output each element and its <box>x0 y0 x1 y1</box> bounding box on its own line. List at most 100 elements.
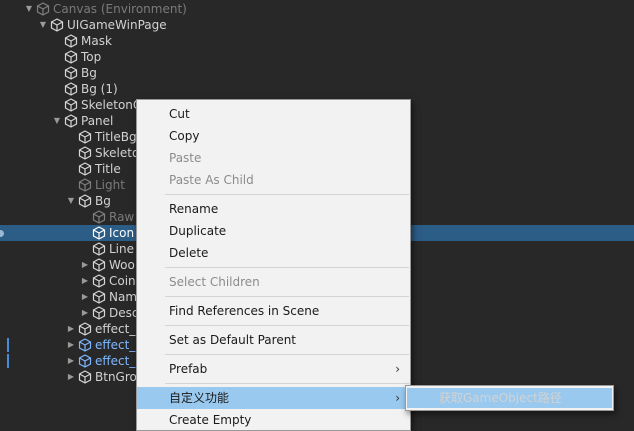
hierarchy-row-label: effect_ <box>95 322 136 336</box>
hierarchy-row-label: effect_ <box>95 354 136 368</box>
foldout-expanded-icon[interactable]: ▼ <box>38 17 48 33</box>
foldout-expanded-icon[interactable]: ▼ <box>66 193 76 209</box>
gameobject-cube-icon <box>78 338 92 352</box>
hierarchy-row[interactable]: Top <box>0 49 634 65</box>
hierarchy-row[interactable]: Bg (1) <box>0 81 634 97</box>
foldout-collapsed-icon[interactable]: ▶ <box>80 305 90 321</box>
gameobject-cube-icon <box>78 322 92 336</box>
hierarchy-row-label: Title <box>95 162 121 176</box>
hierarchy-row-label: Skeleto <box>95 146 140 160</box>
hierarchy-row-label: Line <box>109 242 135 256</box>
foldout-collapsed-icon[interactable]: ▶ <box>66 337 76 353</box>
menu-separator <box>165 267 409 268</box>
gameobject-cube-icon <box>92 306 106 320</box>
foldout-expanded-icon[interactable]: ▼ <box>52 113 62 129</box>
chevron-right-icon: › <box>395 391 400 405</box>
gameobject-cube-icon <box>78 146 92 160</box>
gameobject-cube-icon <box>50 18 64 32</box>
selection-dot-icon <box>0 230 4 237</box>
chevron-right-icon: › <box>395 362 400 376</box>
submenu: 获取GameObject路径 <box>405 385 614 411</box>
menu-item-label: Find References in Scene <box>169 304 320 318</box>
hierarchy-row-label: Raw <box>109 210 135 224</box>
prefab-override-marker <box>7 338 9 352</box>
menu-item-label: Set as Default Parent <box>169 333 297 347</box>
menu-item-label: Cut <box>169 107 190 121</box>
hierarchy-row-label: SkeletonG <box>81 98 143 112</box>
menu-item-label: 获取GameObject路径 <box>439 391 562 405</box>
menu-item-label: Prefab <box>169 362 208 376</box>
hierarchy-row-label: Coin <box>109 274 136 288</box>
menu-item-label: Paste As Child <box>169 173 254 187</box>
gameobject-cube-icon <box>64 114 78 128</box>
gameobject-cube-icon <box>36 2 50 16</box>
hierarchy-row[interactable]: ▼ Canvas (Environment) <box>0 1 634 17</box>
gameobject-cube-icon <box>92 226 106 240</box>
menu-item-delete[interactable]: Delete <box>137 242 410 264</box>
hierarchy-row[interactable]: Bg <box>0 65 634 81</box>
hierarchy-row[interactable]: ▼ UIGameWinPage <box>0 17 634 33</box>
foldout-collapsed-icon[interactable]: ▶ <box>66 369 76 385</box>
gameobject-cube-icon <box>92 210 106 224</box>
hierarchy-row-label: UIGameWinPage <box>67 18 167 32</box>
gameobject-cube-icon <box>78 178 92 192</box>
foldout-collapsed-icon[interactable]: ▶ <box>80 257 90 273</box>
menu-item-label: 自定义功能 <box>169 391 230 405</box>
menu-item-custom-function[interactable]: 自定义功能 › <box>137 387 410 409</box>
menu-item-duplicate[interactable]: Duplicate <box>137 220 410 242</box>
gameobject-cube-icon <box>78 354 92 368</box>
hierarchy-row-label: TitleBg <box>95 130 137 144</box>
gameobject-cube-icon <box>64 66 78 80</box>
hierarchy-row-label: Bg (1) <box>81 82 118 96</box>
menu-item-get-gameobject-path[interactable]: 获取GameObject路径 <box>407 388 612 408</box>
menu-item-rename[interactable]: Rename <box>137 198 410 220</box>
prefab-override-marker <box>7 354 9 368</box>
hierarchy-row-label: Desc <box>109 306 139 320</box>
gameobject-cube-icon <box>92 290 106 304</box>
hierarchy-row-label: Top <box>81 50 102 64</box>
menu-item-set-default-parent[interactable]: Set as Default Parent <box>137 329 410 351</box>
menu-separator <box>165 383 409 384</box>
menu-item-label: Select Children <box>169 275 260 289</box>
foldout-collapsed-icon[interactable]: ▶ <box>66 353 76 369</box>
hierarchy-row-label: Bg <box>81 66 97 80</box>
gameobject-cube-icon <box>78 194 92 208</box>
menu-item-label: Create Empty <box>169 413 252 427</box>
menu-item-label: Copy <box>169 129 200 143</box>
menu-item-label: Duplicate <box>169 224 227 238</box>
hierarchy-row-label: Woo <box>109 258 135 272</box>
gameobject-cube-icon <box>78 130 92 144</box>
hierarchy-row[interactable]: Mask <box>0 33 634 49</box>
hierarchy-row-label: Icon <box>109 226 135 240</box>
hierarchy-row-label: Panel <box>81 114 114 128</box>
foldout-collapsed-icon[interactable]: ▶ <box>66 321 76 337</box>
hierarchy-row-label: Mask <box>81 34 112 48</box>
menu-item-copy[interactable]: Copy <box>137 125 410 147</box>
gameobject-cube-icon <box>64 34 78 48</box>
foldout-collapsed-icon[interactable]: ▶ <box>80 273 90 289</box>
menu-item-create-empty[interactable]: Create Empty <box>137 409 410 431</box>
menu-separator <box>165 194 409 195</box>
menu-item-label: Rename <box>169 202 219 216</box>
menu-item-find-references[interactable]: Find References in Scene <box>137 300 410 322</box>
gameobject-cube-icon <box>92 274 106 288</box>
menu-separator <box>165 296 409 297</box>
menu-separator <box>165 325 409 326</box>
gameobject-cube-icon <box>64 50 78 64</box>
foldout-expanded-icon[interactable]: ▼ <box>24 1 34 17</box>
foldout-collapsed-icon[interactable]: ▶ <box>80 289 90 305</box>
menu-item-paste-as-child[interactable]: Paste As Child <box>137 169 410 191</box>
gameobject-cube-icon <box>92 242 106 256</box>
hierarchy-row-label: Nam <box>109 290 138 304</box>
hierarchy-row-label: Bg <box>95 194 111 208</box>
gameobject-cube-icon <box>78 370 92 384</box>
menu-item-prefab[interactable]: Prefab › <box>137 358 410 380</box>
menu-item-paste[interactable]: Paste <box>137 147 410 169</box>
menu-item-label: Paste <box>169 151 202 165</box>
hierarchy-row-label: Canvas (Environment) <box>53 2 187 16</box>
gameobject-cube-icon <box>78 162 92 176</box>
menu-item-cut[interactable]: Cut <box>137 103 410 125</box>
gameobject-cube-icon <box>64 82 78 96</box>
context-menu: Cut Copy Paste Paste As Child Rename Dup… <box>136 99 411 431</box>
menu-item-select-children[interactable]: Select Children <box>137 271 410 293</box>
